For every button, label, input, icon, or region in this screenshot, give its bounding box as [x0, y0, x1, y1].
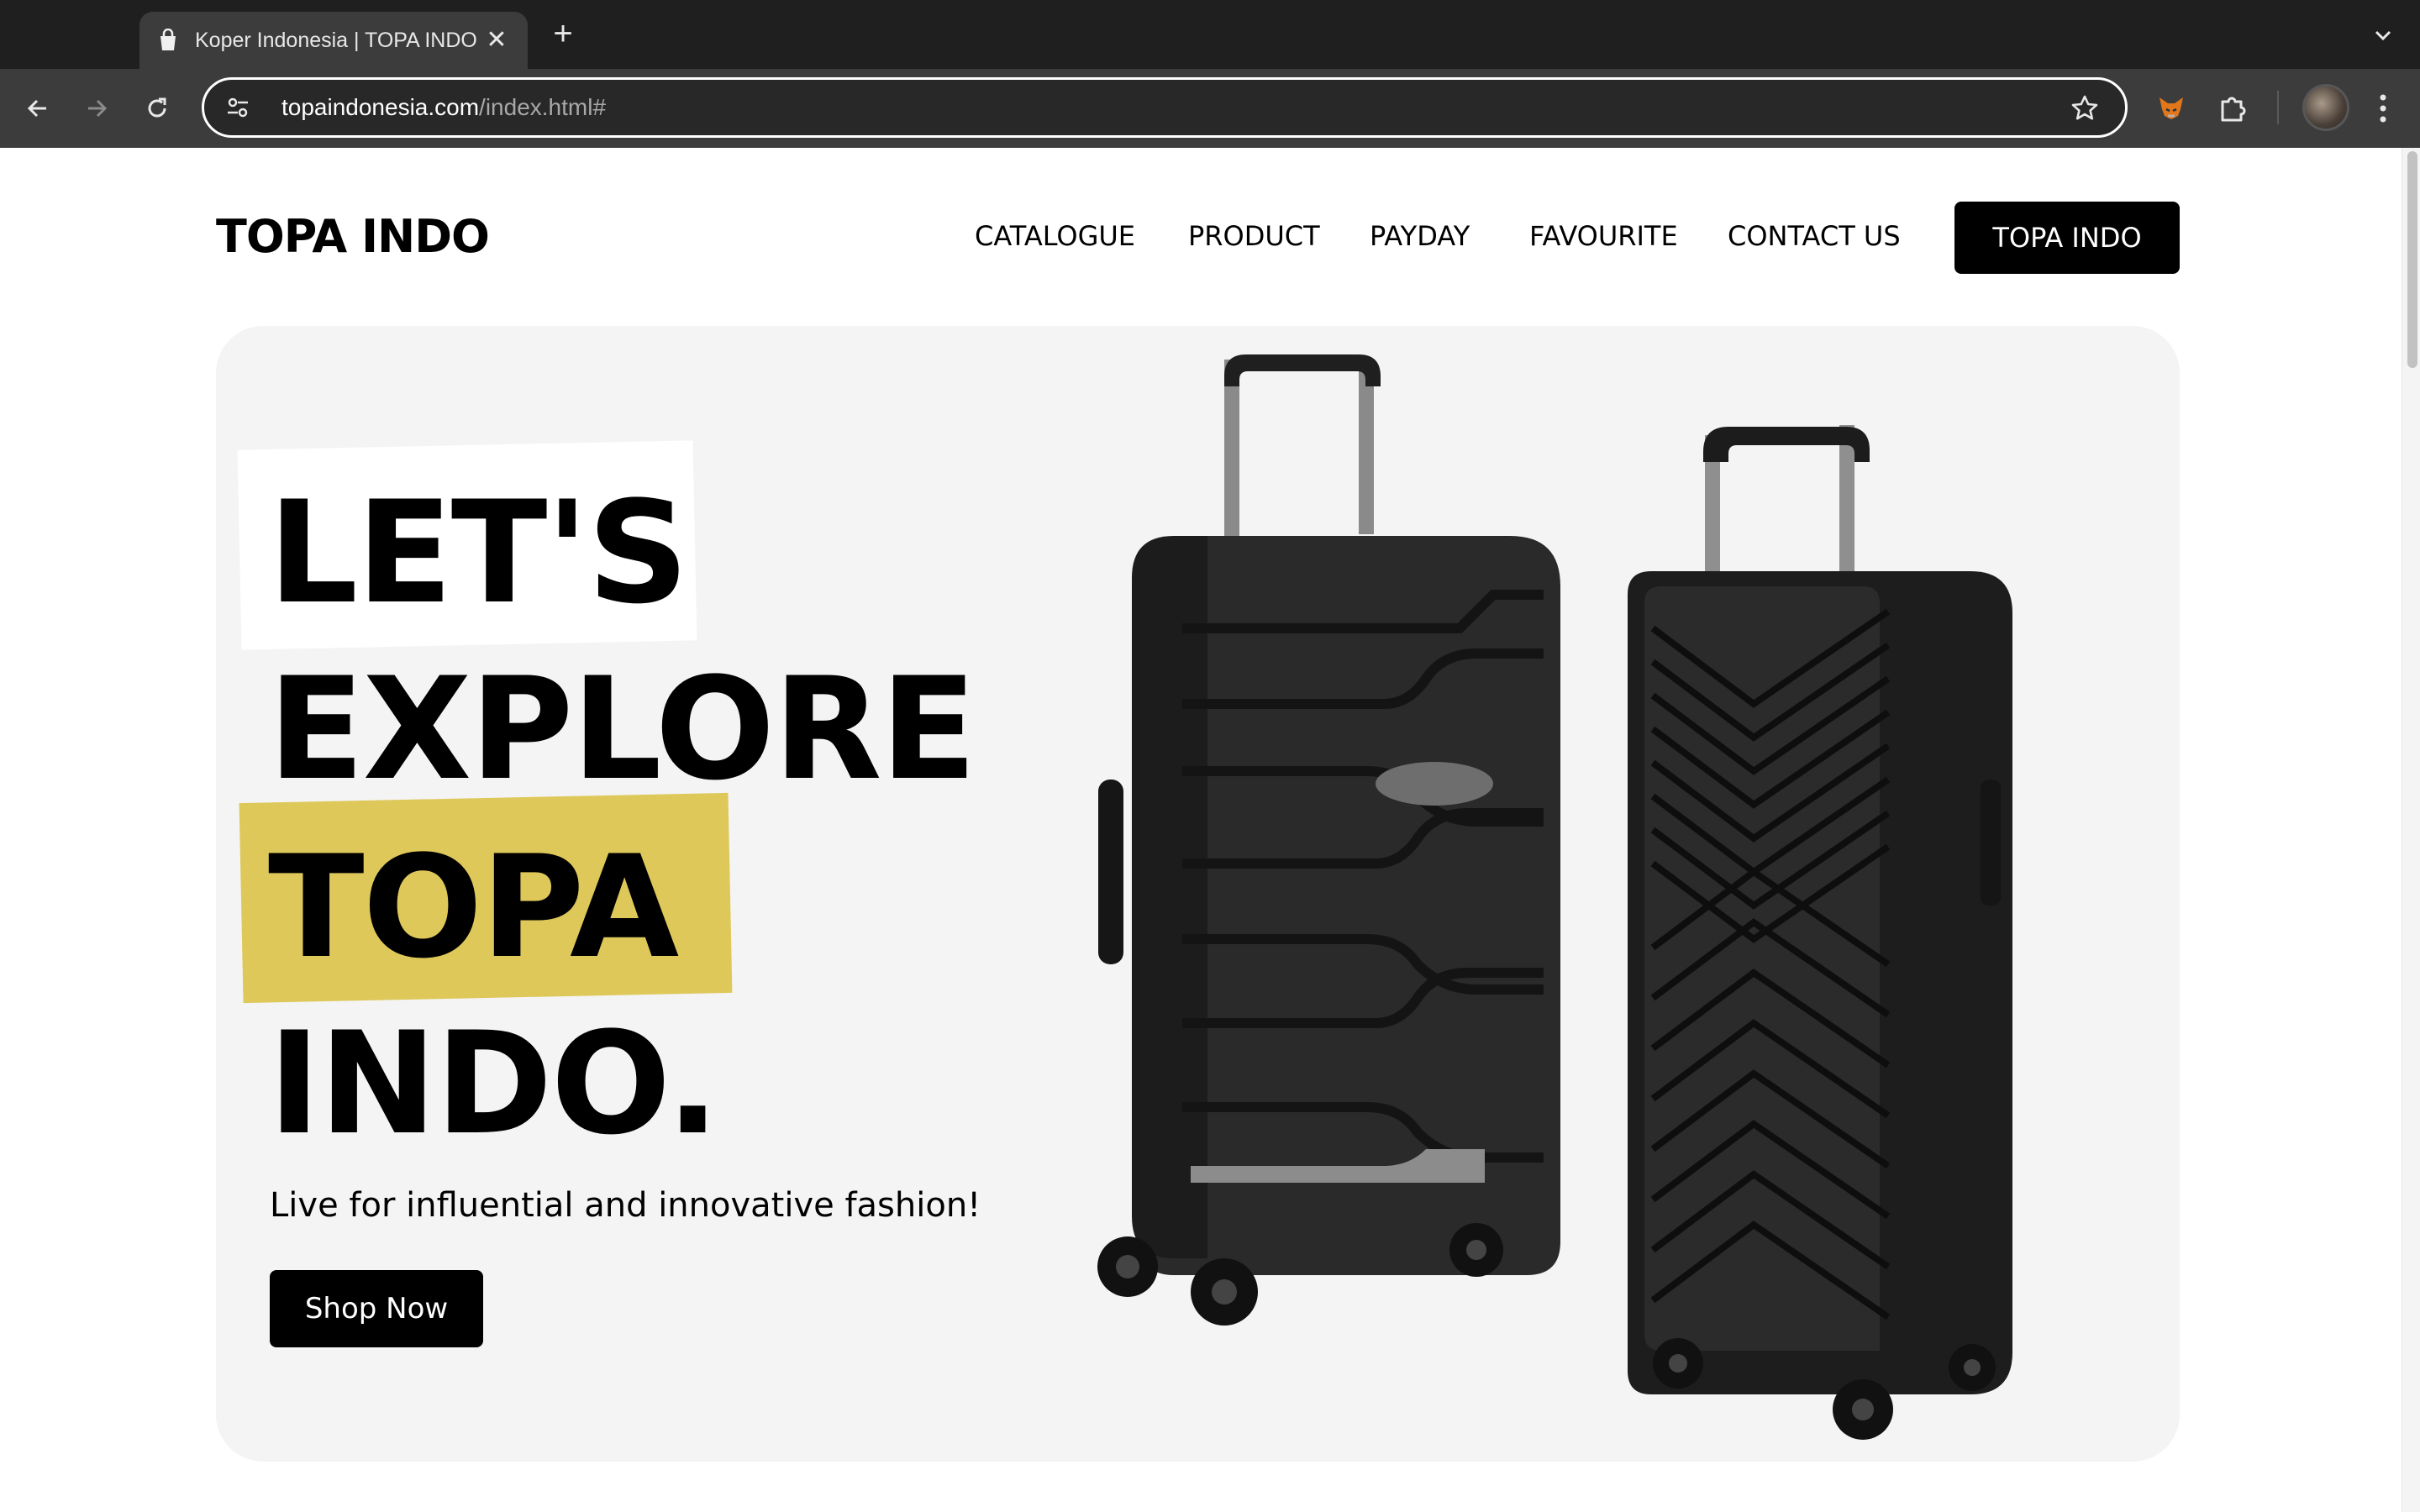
address-bar[interactable]: topaindonesia.com/index.html#	[202, 77, 2128, 138]
hero-section: LET'S EXPLORE TOPA INDO. Live for influe…	[216, 326, 2180, 1462]
bookmark-star-icon[interactable]	[2070, 93, 2100, 123]
close-tab-icon[interactable]: ✕	[482, 26, 511, 55]
forward-arrow-icon[interactable]	[76, 87, 118, 129]
hero-headline-line-2: EXPLORE	[268, 647, 976, 811]
nav-link-contact-us[interactable]: CONTACT US	[1728, 220, 1901, 252]
site-logo[interactable]: TOPA INDO	[216, 210, 490, 263]
back-arrow-icon[interactable]	[17, 87, 59, 129]
large-suitcase	[1097, 354, 1560, 1326]
hero-headline-line-4: INDO.	[268, 1001, 720, 1166]
browser-tab[interactable]: Koper Indonesia | TOPA INDO ✕	[139, 12, 528, 69]
profile-avatar[interactable]	[2302, 84, 2349, 131]
browser-menu-icon[interactable]	[2368, 87, 2398, 129]
hero-subtitle: Live for influential and innovative fash…	[270, 1186, 981, 1225]
url-path: /index.html#	[479, 94, 607, 120]
web-page: TOPA INDO CATALOGUE PRODUCT PAYDAY FAVOU…	[0, 148, 2402, 1512]
hero-headline-line-1: LET'S	[268, 470, 689, 635]
browser-toolbar: topaindonesia.com/index.html#	[0, 69, 2420, 148]
toolbar-divider	[2277, 91, 2279, 124]
scrollbar-thumb[interactable]	[2407, 151, 2417, 368]
site-settings-icon[interactable]	[221, 91, 255, 124]
tab-search-chevron-icon[interactable]	[2368, 20, 2398, 50]
nav-link-product[interactable]: PRODUCT	[1188, 220, 1320, 252]
new-tab-icon[interactable]: +	[546, 17, 580, 50]
shopping-bag-icon	[156, 29, 180, 52]
extensions-puzzle-icon[interactable]	[2210, 86, 2254, 129]
tab-title: Koper Indonesia | TOPA INDO	[195, 28, 477, 52]
hero-headline-line-3: TOPA	[268, 825, 679, 990]
suitcases-image	[1097, 354, 2012, 1440]
shop-now-button[interactable]: Shop Now	[270, 1270, 483, 1347]
nav-link-favourite[interactable]: FAVOURITE	[1529, 220, 1678, 252]
nav-link-catalogue[interactable]: CATALOGUE	[975, 220, 1135, 252]
nav-link-payday[interactable]: PAYDAY	[1370, 220, 1470, 252]
nav-cta-button[interactable]: TOPA INDO	[1954, 202, 2180, 274]
reload-icon[interactable]	[136, 87, 178, 129]
page-scrollbar[interactable]	[2402, 148, 2420, 1512]
browser-tab-bar: Koper Indonesia | TOPA INDO ✕ +	[0, 0, 2420, 69]
small-suitcase	[1628, 425, 2012, 1440]
url-text[interactable]: topaindonesia.com/index.html#	[281, 94, 606, 121]
url-host: topaindonesia.com	[281, 94, 480, 120]
fox-extension-icon[interactable]	[2149, 86, 2193, 129]
